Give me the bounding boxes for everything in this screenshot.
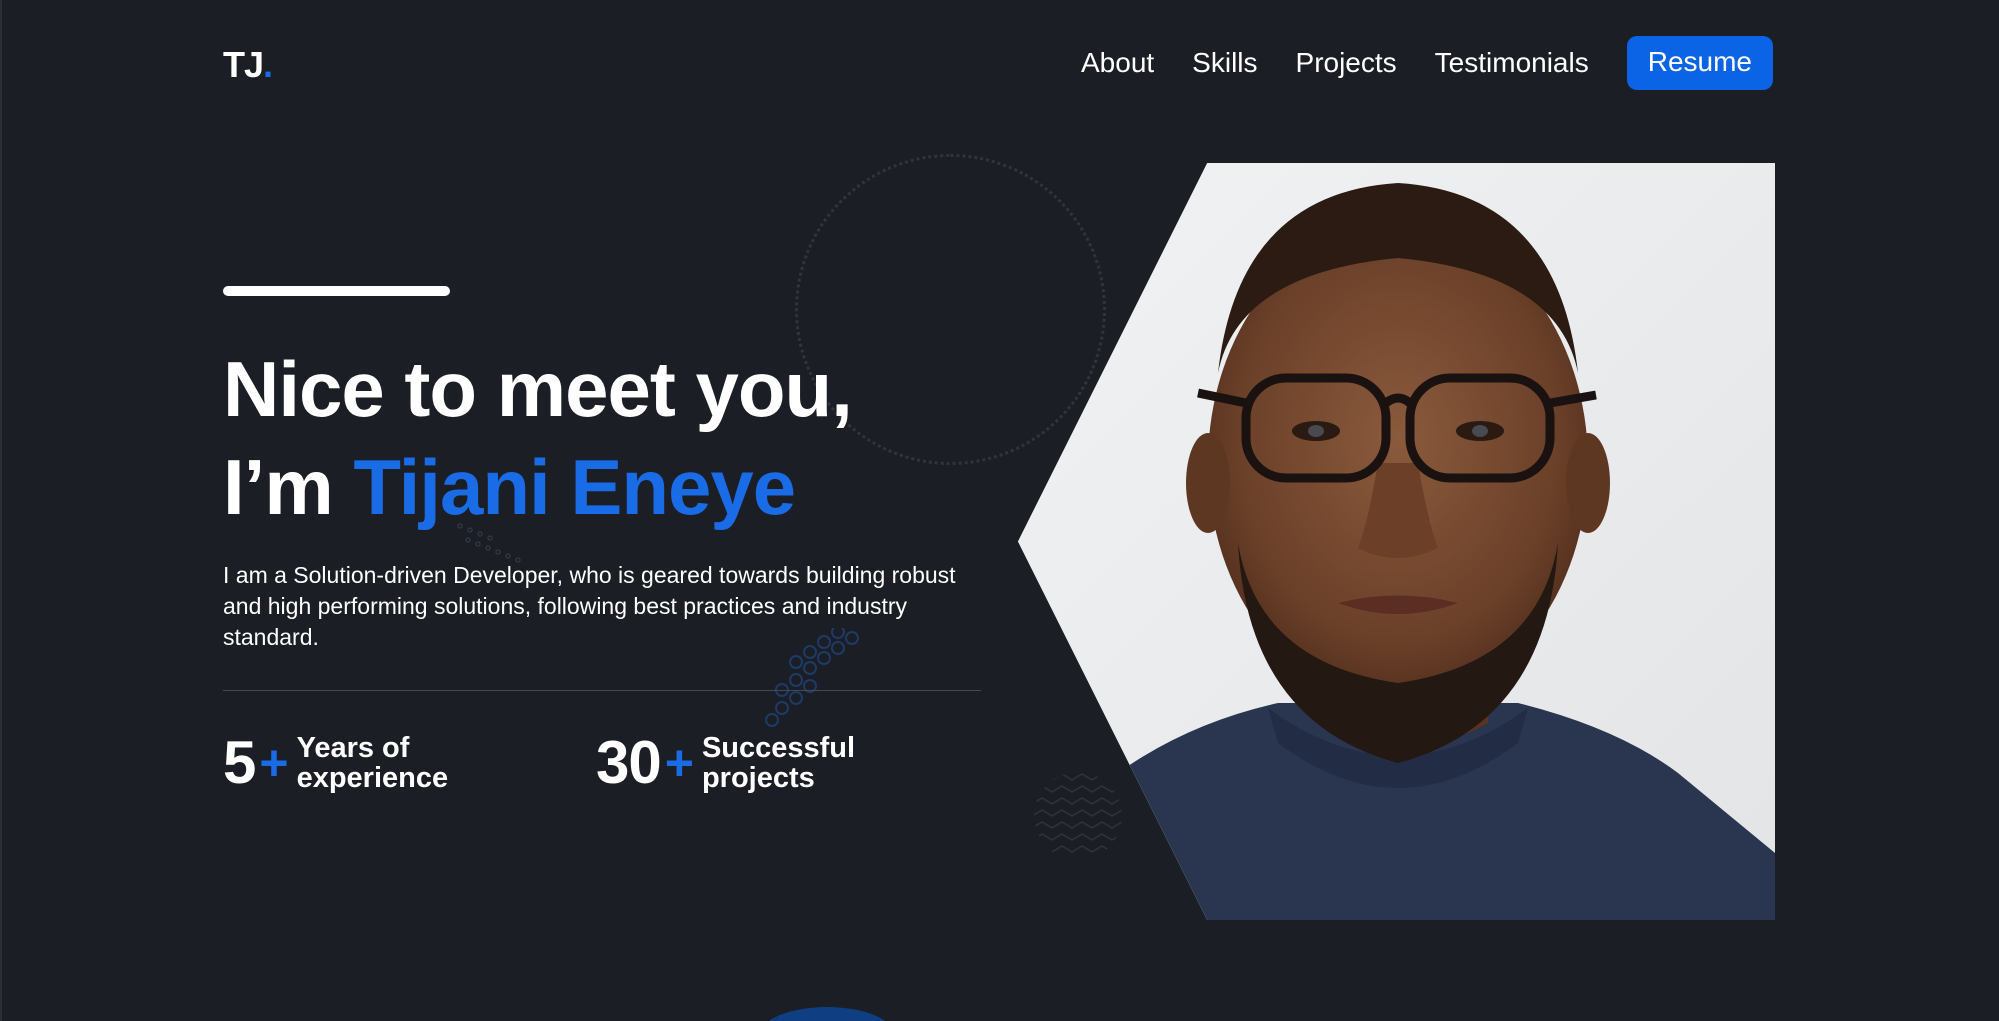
stat-plus: + bbox=[259, 734, 289, 791]
hero-name: Tijani Eneye bbox=[353, 443, 796, 531]
profile-photo bbox=[1018, 163, 1775, 920]
bottom-circle-decoration bbox=[758, 1007, 896, 1021]
stat-projects: 30 + Successful projects bbox=[596, 728, 855, 797]
stats-divider bbox=[223, 690, 981, 691]
hero-greeting: Nice to meet you, bbox=[223, 345, 853, 433]
resume-button[interactable]: Resume bbox=[1626, 36, 1773, 90]
stat-number: 5 bbox=[223, 729, 256, 796]
zigzag-decoration bbox=[1034, 773, 1122, 853]
stat-plus: + bbox=[664, 734, 694, 791]
nav-projects-link[interactable]: Projects bbox=[1296, 47, 1397, 79]
hero-intro-line: I’m Tijani Eneye bbox=[223, 443, 796, 531]
stat-label: Successful projects bbox=[701, 731, 856, 794]
logo[interactable]: TJ. bbox=[223, 44, 273, 86]
stat-number: 30 bbox=[596, 729, 662, 796]
nav-testimonials-link[interactable]: Testimonials bbox=[1435, 47, 1589, 79]
hero-heading: Nice to meet you, I’m Tijani Eneye bbox=[223, 340, 853, 536]
nav-about-link[interactable]: About bbox=[1081, 47, 1154, 79]
page: TJ. About Skills Projects Testimonials R… bbox=[0, 0, 1999, 1021]
hero-accent-bar bbox=[223, 286, 450, 296]
stat-label: Years of experience bbox=[296, 731, 449, 794]
main-nav: About Skills Projects Testimonials Resum… bbox=[1081, 36, 1773, 90]
nav-skills-link[interactable]: Skills bbox=[1192, 47, 1257, 79]
stat-experience: 5 + Years of experience bbox=[223, 728, 448, 797]
hero-description: I am a Solution-driven Developer, who is… bbox=[223, 562, 956, 650]
portrait-illustration bbox=[1018, 163, 1775, 920]
